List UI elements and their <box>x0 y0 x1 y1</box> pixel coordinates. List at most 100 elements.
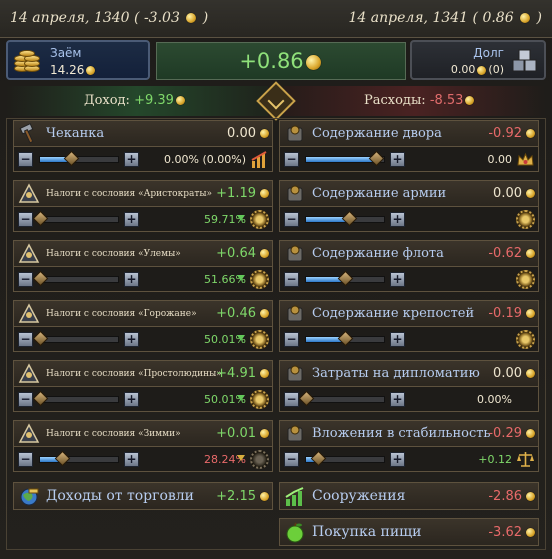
estate-interaction-icon[interactable] <box>250 210 269 229</box>
gold-coin-icon <box>175 96 185 105</box>
estate-tax-slider[interactable] <box>32 390 119 407</box>
estate-tax-slider[interactable] <box>32 210 119 227</box>
gold-coin-icon <box>260 309 269 318</box>
expense-slider[interactable] <box>305 210 385 227</box>
food-panel: Покупка пищи -3.62 <box>279 518 539 546</box>
estate-tax-decrease-button[interactable]: − <box>18 452 33 467</box>
slider-knob[interactable] <box>310 450 326 467</box>
expense-slider[interactable] <box>298 390 385 407</box>
current-date: 14 апреля, 1340 ( -3.03 ) <box>10 10 208 26</box>
buildings-row[interactable]: Сооружения -2.86 <box>279 482 539 510</box>
expense-increase-button[interactable]: + <box>390 272 405 287</box>
expense-header: Содержание крепостей -0.19 <box>279 300 539 326</box>
expense-slider[interactable] <box>305 270 385 287</box>
expense-slider[interactable] <box>305 150 385 167</box>
gear-icon[interactable] <box>516 330 535 349</box>
estate-interaction-icon[interactable] <box>250 270 269 289</box>
gold-coin-icon <box>260 492 269 501</box>
estate-tax-controls: − + 28.24% <box>13 446 273 472</box>
expense-controls: − + <box>279 326 539 352</box>
trade-income-row[interactable]: Доходы от торговли +2.15 <box>13 482 273 510</box>
trade-icon <box>20 488 39 506</box>
estate-interaction-icon[interactable] <box>250 330 269 349</box>
monthly-balance: +0.86 <box>156 42 406 80</box>
estate-tax-slider[interactable] <box>32 330 119 347</box>
estate-tax-increase-button[interactable]: + <box>124 392 139 407</box>
estate-tax-controls: − + 59.71% <box>13 206 273 232</box>
estate-tax-controls: − + 51.66% <box>13 266 273 292</box>
estate-tax-decrease-button[interactable]: − <box>18 212 33 227</box>
expense-panel: Содержание флота -0.62 − + <box>279 240 539 292</box>
expense-decrease-button[interactable]: − <box>284 152 299 167</box>
estate-tax-slider[interactable] <box>39 450 119 467</box>
food-purchase-row[interactable]: Покупка пищи -3.62 <box>279 518 539 546</box>
expense-decrease-button[interactable]: − <box>284 452 299 467</box>
gear-icon[interactable] <box>516 270 535 289</box>
expense-label: Затраты на дипломатию <box>312 366 480 381</box>
estate-tax-increase-button[interactable]: + <box>124 212 139 227</box>
expense-controls: − + +0.12 <box>279 446 539 472</box>
slider-knob[interactable] <box>341 210 358 227</box>
expense-increase-button[interactable]: + <box>390 152 405 167</box>
buildings-panel: Сооружения -2.86 <box>279 482 539 510</box>
expense-increase-button[interactable]: + <box>390 392 405 407</box>
minting-slider[interactable] <box>39 150 119 167</box>
expense-decrease-button[interactable]: − <box>284 272 299 287</box>
estate-tax-panel: Налоги с сословия «Горожане» +0.46 − + 5… <box>13 300 273 352</box>
expense-increase-button[interactable]: + <box>390 332 405 347</box>
expense-increase-button[interactable]: + <box>390 452 405 467</box>
ulema-icon <box>18 243 40 263</box>
income-value: +9.39 <box>134 93 174 108</box>
buildings-label: Сооружения <box>312 488 406 504</box>
minting-controls: − + 0.00% (0.00%) <box>13 146 273 172</box>
estate-tax-increase-button[interactable]: + <box>124 332 139 347</box>
estate-tax-slider[interactable] <box>32 270 119 287</box>
estate-tax-decrease-button[interactable]: − <box>18 332 33 347</box>
budget-window: 14 апреля, 1340 ( -3.03 ) 14 апреля, 134… <box>0 0 552 559</box>
date-bar: 14 апреля, 1340 ( -3.03 ) 14 апреля, 134… <box>0 0 552 38</box>
estate-tax-decrease-button[interactable]: − <box>18 272 33 287</box>
expense-label: Содержание крепостей <box>312 306 475 321</box>
slider-knob[interactable] <box>32 330 49 347</box>
estate-interaction-icon[interactable] <box>250 450 269 469</box>
slider-knob[interactable] <box>337 270 354 287</box>
debt-amount: 0.00 <box>450 63 476 76</box>
expense-decrease-button[interactable]: − <box>284 392 299 407</box>
expense-decrease-button[interactable]: − <box>284 332 299 347</box>
current-date-text: 14 апреля, 1340 ( -3.03 <box>10 10 180 26</box>
income-label: Доход: <box>84 93 130 108</box>
estate-tax-increase-button[interactable]: + <box>124 272 139 287</box>
gold-coin-icon <box>526 189 535 198</box>
expense-label: Содержание двора <box>312 126 442 141</box>
estate-tax-label: Налоги с сословия «Простолюдины» <box>46 369 222 379</box>
current-date-close: ) <box>202 10 209 26</box>
expense-label: Расходы: <box>364 93 426 108</box>
slider-knob[interactable] <box>298 390 315 407</box>
debt-button[interactable]: Долг 0.00 (0) <box>410 40 546 80</box>
slider-knob[interactable] <box>32 390 49 407</box>
expense-total: Расходы: -8.53 <box>364 93 476 108</box>
estate-interaction-icon[interactable] <box>250 390 269 409</box>
trade-panel: Доходы от торговли +2.15 <box>13 482 273 510</box>
slider-knob[interactable] <box>63 150 80 167</box>
loan-button[interactable]: Заём 14.26 <box>6 40 150 80</box>
slider-knob[interactable] <box>32 270 49 287</box>
gear-icon[interactable] <box>516 210 535 229</box>
gold-coin-icon <box>260 369 269 378</box>
slider-knob[interactable] <box>32 210 49 227</box>
slider-knob[interactable] <box>368 150 385 167</box>
slider-knob[interactable] <box>54 450 71 467</box>
estate-tax-decrease-button[interactable]: − <box>18 392 33 407</box>
gold-coin-icon <box>520 13 531 23</box>
expense-slider[interactable] <box>305 330 385 347</box>
expense-slider[interactable] <box>305 450 385 467</box>
gold-coin-icon <box>526 309 535 318</box>
expense-decrease-button[interactable]: − <box>284 212 299 227</box>
estate-tax-increase-button[interactable]: + <box>124 452 139 467</box>
slider-knob[interactable] <box>337 330 354 347</box>
food-label: Покупка пищи <box>312 524 422 540</box>
trade-value: +2.15 <box>216 489 256 504</box>
expense-increase-button[interactable]: + <box>390 212 405 227</box>
minting-increase-button[interactable]: + <box>124 152 139 167</box>
minting-decrease-button[interactable]: − <box>18 152 33 167</box>
